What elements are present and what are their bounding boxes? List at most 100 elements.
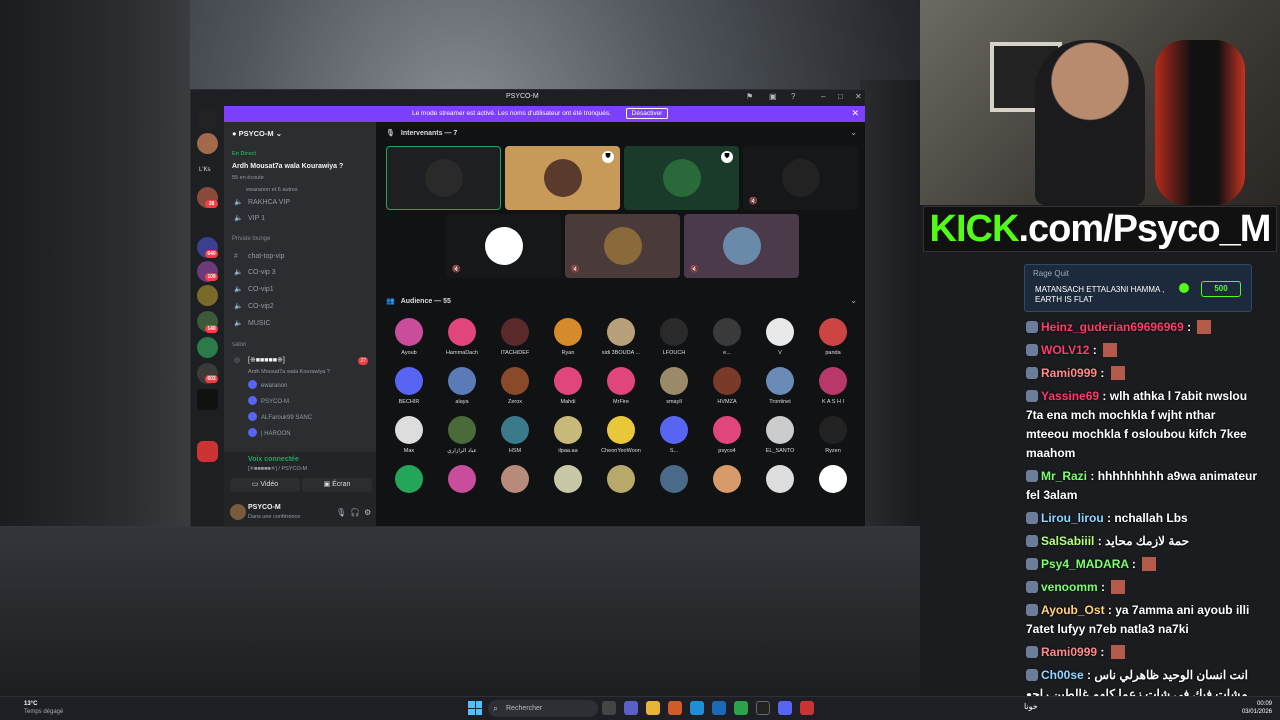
maximize-icon[interactable]: □ bbox=[838, 92, 843, 101]
home-icon[interactable] bbox=[197, 109, 218, 130]
audience-member[interactable]: panda bbox=[808, 318, 858, 356]
speaker-tile[interactable]: 🔇 bbox=[684, 214, 799, 278]
discord-icon[interactable] bbox=[778, 701, 792, 715]
audience-member[interactable]: ilpaa.aa bbox=[543, 416, 593, 454]
channel-rakhca-vip[interactable]: 🔈 RAKHCA VIP bbox=[234, 196, 372, 209]
app-icon[interactable] bbox=[668, 701, 682, 715]
chat-username[interactable]: Ch00se bbox=[1041, 668, 1084, 682]
audience-member[interactable]: Max bbox=[384, 416, 434, 454]
app-icon[interactable] bbox=[800, 701, 814, 715]
discord-window[interactable]: PSYCO-M ⚑ ▣ ? – □ ✕ Le mode streamer est… bbox=[190, 89, 866, 527]
speaker-tile[interactable] bbox=[386, 146, 501, 210]
audience-member[interactable]: ITACHIDEF bbox=[490, 318, 540, 356]
audience-member[interactable]: LFOUCH bbox=[649, 318, 699, 356]
task-view-icon[interactable] bbox=[602, 701, 616, 715]
audience-member[interactable]: BECHIR bbox=[384, 367, 434, 405]
audience-member[interactable]: Ryzen bbox=[808, 416, 858, 454]
server-name[interactable]: ● PSYCO-M ⌄ bbox=[232, 129, 282, 138]
weather-widget[interactable]: 13°C Temps dégagé bbox=[24, 700, 63, 716]
audience-member[interactable] bbox=[808, 465, 858, 493]
audience-member[interactable]: V bbox=[755, 318, 805, 356]
category-private-lounge[interactable]: Private lounge bbox=[232, 236, 270, 242]
event-title[interactable]: Ardh Mousat7a wala Kourawiya ? bbox=[232, 163, 343, 170]
channel-co-vip1[interactable]: 🔈 CO-vip1 bbox=[234, 283, 372, 296]
screen-icon[interactable]: ▣ bbox=[769, 92, 777, 101]
close-icon[interactable]: ✕ bbox=[855, 92, 862, 101]
audience-member[interactable]: HSM bbox=[490, 416, 540, 454]
audience-member[interactable]: e... bbox=[702, 318, 752, 356]
member[interactable]: ALFarouk99 SANC bbox=[248, 412, 312, 424]
banner-close-icon[interactable]: ✕ bbox=[851, 108, 859, 119]
speaker-tile[interactable]: ⛊ bbox=[624, 146, 739, 210]
audience-member[interactable]: Ryan bbox=[543, 318, 593, 356]
chat-username[interactable]: Rami0999 bbox=[1041, 366, 1097, 380]
speaker-tile[interactable]: 🔇 bbox=[743, 146, 858, 210]
audience-member[interactable] bbox=[543, 465, 593, 493]
chat-username[interactable]: Yassine69 bbox=[1041, 389, 1099, 403]
audience-member[interactable]: sidi 3BOUDA ... bbox=[596, 318, 646, 356]
member[interactable]: | HAROON bbox=[248, 428, 291, 440]
audience-member[interactable] bbox=[702, 465, 752, 493]
audience-member[interactable]: MrFire bbox=[596, 367, 646, 405]
minimize-icon[interactable]: – bbox=[821, 92, 825, 101]
video-button[interactable]: ▭ Vidéo bbox=[230, 478, 300, 492]
audience-member[interactable] bbox=[649, 465, 699, 493]
obs-icon[interactable] bbox=[756, 701, 770, 715]
audience-member[interactable] bbox=[437, 465, 487, 493]
title-bar[interactable]: PSYCO-M ⚑ ▣ ? – □ ✕ bbox=[191, 90, 865, 105]
chat-username[interactable]: Ayoub_Ost bbox=[1041, 603, 1105, 617]
audience-member[interactable] bbox=[384, 465, 434, 493]
audience-member[interactable]: alaya bbox=[437, 367, 487, 405]
server-icon[interactable] bbox=[197, 337, 218, 358]
voice-connected[interactable]: Voix connectée bbox=[248, 456, 299, 463]
audience-member[interactable]: K A S H I bbox=[808, 367, 858, 405]
headphone-icon[interactable]: 🎧 bbox=[350, 508, 360, 517]
gear-icon[interactable]: ⚙ bbox=[364, 508, 371, 517]
audience-member[interactable]: Mahdi bbox=[543, 367, 593, 405]
edge-icon[interactable] bbox=[690, 701, 704, 715]
audience-member[interactable]: S... bbox=[649, 416, 699, 454]
speaker-tile[interactable]: 🔇 bbox=[446, 214, 561, 278]
inbox-icon[interactable]: ⚑ bbox=[746, 92, 753, 101]
store-icon[interactable] bbox=[712, 701, 726, 715]
audience-member[interactable]: psyco4 bbox=[702, 416, 752, 454]
audience-member[interactable]: EL_SANTO bbox=[755, 416, 805, 454]
audience-member[interactable]: عباد الرازاري bbox=[437, 416, 487, 454]
windows-start-icon[interactable] bbox=[468, 701, 482, 715]
server-folder-label[interactable]: L'Ks bbox=[199, 167, 210, 173]
member[interactable]: PSYCO-M bbox=[248, 396, 289, 408]
chrome-icon[interactable] bbox=[734, 701, 748, 715]
speaker-tile[interactable]: ⛊ bbox=[505, 146, 620, 210]
chevron-down-icon[interactable]: ⌄ bbox=[850, 296, 857, 305]
explorer-icon[interactable] bbox=[646, 701, 660, 715]
chat-username[interactable]: Rami0999 bbox=[1041, 645, 1097, 659]
audience-member[interactable]: HammaDach bbox=[437, 318, 487, 356]
chat-username[interactable]: Psy4_MADARA bbox=[1041, 557, 1129, 571]
member[interactable]: ewaranon bbox=[248, 380, 287, 392]
kick-server-icon[interactable] bbox=[197, 389, 218, 410]
channel-music[interactable]: 🔈 MUSIC bbox=[234, 317, 372, 330]
audience-member[interactable]: CheonYeoWoon bbox=[596, 416, 646, 454]
clock[interactable]: 00:09 03/01/2026 bbox=[1242, 700, 1272, 716]
chat-username[interactable]: Heinz_guderian69696969 bbox=[1041, 320, 1184, 334]
channel-co-vip-3[interactable]: 🔈 CO-vip 3 bbox=[234, 266, 372, 279]
server-icon[interactable] bbox=[197, 285, 218, 306]
audience-member[interactable]: Zerox bbox=[490, 367, 540, 405]
audience-member[interactable] bbox=[490, 465, 540, 493]
screen-button[interactable]: ▣ Écran bbox=[302, 478, 372, 492]
teams-icon[interactable] bbox=[624, 701, 638, 715]
mic-icon[interactable]: 🎙 bbox=[336, 508, 346, 517]
user-avatar[interactable] bbox=[230, 504, 246, 520]
channel-vip-1[interactable]: 🔈 VIP 1 bbox=[234, 212, 372, 225]
new-server-icon[interactable] bbox=[197, 441, 218, 462]
category-salon[interactable]: salon bbox=[232, 342, 246, 348]
chat-username[interactable]: Lirou_lirou bbox=[1041, 511, 1104, 525]
audience-member[interactable]: Trontinet bbox=[755, 367, 805, 405]
help-icon[interactable]: ? bbox=[791, 92, 795, 101]
audience-member[interactable]: HVMZA bbox=[702, 367, 752, 405]
audience-member[interactable]: smayll bbox=[649, 367, 699, 405]
disable-button[interactable]: Désactiver bbox=[626, 108, 668, 119]
audience-member[interactable] bbox=[596, 465, 646, 493]
chat-username[interactable]: SalSabiiil bbox=[1041, 534, 1094, 548]
audience-member[interactable]: Ayoub bbox=[384, 318, 434, 356]
